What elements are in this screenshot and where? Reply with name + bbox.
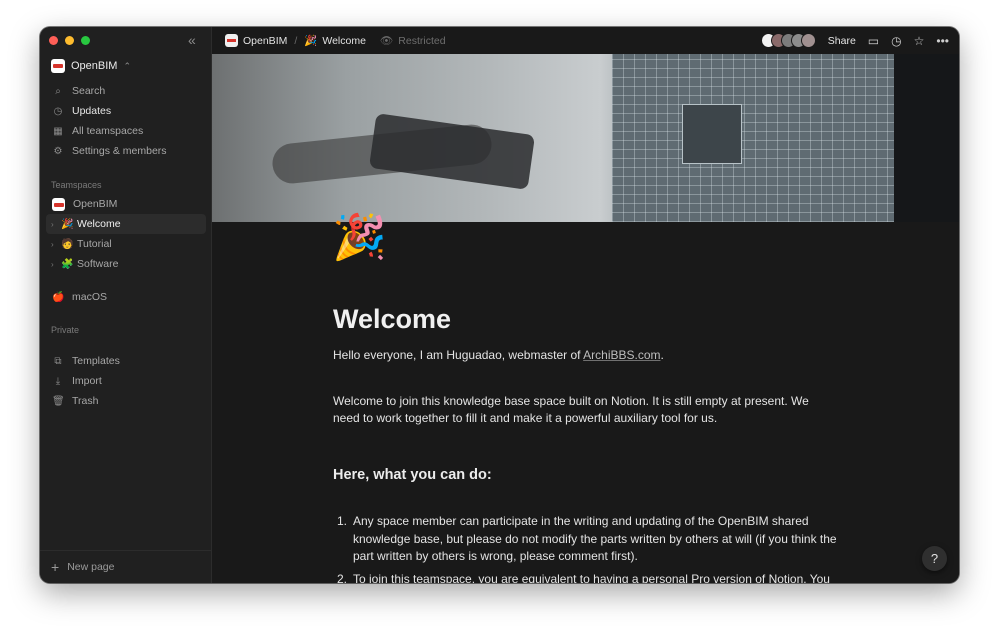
star-icon[interactable]: ☆ bbox=[914, 34, 925, 48]
search-icon: ⌕ bbox=[55, 85, 61, 97]
minimize-window-button[interactable] bbox=[65, 36, 74, 45]
sidebar-nav: ⌕ Search ◷ Updates ▦ All teamspaces ⚙ Se… bbox=[46, 81, 206, 161]
numbered-list: 1. Any space member can participate in t… bbox=[333, 513, 843, 583]
chevron-right-icon[interactable]: › bbox=[51, 260, 61, 269]
clock-icon: ◷ bbox=[53, 105, 63, 117]
teamspace-tree: OpenBIM › 🎉 Welcome › 🧑 Tutorial › 🧩 Sof… bbox=[46, 194, 206, 274]
sidebar-item-settings[interactable]: ⚙ Settings & members bbox=[46, 141, 206, 161]
window-controls bbox=[49, 36, 90, 45]
restricted-badge[interactable]: 👁 Restricted bbox=[379, 34, 446, 48]
new-page-label: New page bbox=[67, 561, 115, 573]
trash-icon: 🗑 bbox=[52, 395, 65, 407]
collaborator-avatars[interactable] bbox=[760, 33, 816, 48]
topbar-actions: Share ▭ ◷ ☆ ••• bbox=[760, 27, 949, 54]
teamspace-openbim[interactable]: OpenBIM bbox=[46, 194, 206, 214]
collapse-sidebar-icon[interactable]: « bbox=[188, 32, 196, 48]
teamspace-logo-icon bbox=[52, 197, 65, 211]
comment-icon[interactable]: ▭ bbox=[868, 34, 879, 48]
sidebar-item-label: Import bbox=[72, 375, 102, 387]
breadcrumb: OpenBIM / 🎉 Welcome bbox=[212, 34, 366, 47]
person-icon: 🧑 bbox=[61, 238, 74, 250]
list-item[interactable]: 2. To join this teamspace, you are equiv… bbox=[333, 571, 843, 584]
sidebar-item-label: All teamspaces bbox=[72, 125, 144, 137]
sidebar-tools: ⧉ Templates ⤓ Import 🗑 Trash bbox=[46, 351, 206, 411]
breadcrumb-separator: / bbox=[294, 34, 298, 47]
page-icon-party-popper-icon[interactable]: 🎉 bbox=[332, 216, 387, 260]
share-button[interactable]: Share bbox=[828, 35, 856, 47]
cover-monitor-screen bbox=[612, 54, 894, 222]
zoom-window-button[interactable] bbox=[81, 36, 90, 45]
sidebar-item-updates[interactable]: ◷ Updates bbox=[46, 101, 206, 121]
sidebar-item-label: macOS bbox=[72, 291, 108, 303]
page-label: Software bbox=[77, 258, 119, 270]
workspace-logo-icon bbox=[51, 59, 65, 73]
page-content: 🎉 Welcome Hello everyone, I am Huguadao,… bbox=[212, 54, 959, 583]
import-icon: ⤓ bbox=[55, 375, 61, 387]
section-heading[interactable]: Here, what you can do: bbox=[333, 467, 492, 483]
intro-suffix: . bbox=[660, 348, 664, 362]
page-cover-image[interactable] bbox=[212, 54, 959, 222]
gear-icon: ⚙ bbox=[53, 145, 63, 157]
chevron-updown-icon: ⌃ bbox=[123, 60, 132, 71]
eye-icon: 👁 bbox=[379, 35, 394, 47]
page-label: Welcome bbox=[77, 218, 121, 230]
workspace-name: OpenBIM bbox=[71, 60, 118, 72]
avatar bbox=[800, 33, 816, 48]
page-title[interactable]: Welcome bbox=[333, 304, 451, 335]
intro-paragraph[interactable]: Hello everyone, I am Huguadao, webmaster… bbox=[333, 347, 833, 364]
private-section-label: Private bbox=[51, 325, 80, 335]
cover-monitor-bezel bbox=[894, 54, 959, 222]
list-number: 1. bbox=[337, 514, 348, 528]
cover-keyboard-shape bbox=[368, 113, 536, 190]
sidebar-item-trash[interactable]: 🗑 Trash bbox=[46, 391, 206, 411]
party-popper-icon: 🎉 bbox=[304, 35, 318, 47]
plus-icon: + bbox=[51, 559, 60, 575]
more-icon[interactable]: ••• bbox=[936, 34, 949, 48]
sidebar-page-welcome[interactable]: › 🎉 Welcome bbox=[46, 214, 206, 234]
sidebar-item-templates[interactable]: ⧉ Templates bbox=[46, 351, 206, 371]
archibbs-link[interactable]: ArchiBBS.com bbox=[583, 348, 660, 362]
topbar: OpenBIM / 🎉 Welcome 👁 Restricted Share ▭… bbox=[212, 27, 959, 54]
chevron-right-icon[interactable]: › bbox=[51, 220, 61, 229]
apple-icon: 🍎 bbox=[52, 291, 65, 303]
workspace-logo-icon bbox=[225, 34, 238, 47]
sidebar-page-software[interactable]: › 🧩 Software bbox=[46, 254, 206, 274]
sidebar-item-label: Templates bbox=[72, 355, 120, 367]
list-item[interactable]: 1. Any space member can participate in t… bbox=[333, 513, 843, 566]
grid-icon: ▦ bbox=[53, 125, 63, 137]
teamspaces-section-label: Teamspaces bbox=[51, 180, 102, 190]
sidebar-page-tutorial[interactable]: › 🧑 Tutorial bbox=[46, 234, 206, 254]
breadcrumb-page[interactable]: Welcome bbox=[322, 35, 366, 47]
new-page-button[interactable]: + New page bbox=[40, 550, 212, 583]
teamspace-label: OpenBIM bbox=[73, 198, 118, 210]
sidebar-item-label: Search bbox=[72, 85, 106, 97]
intro-text: Hello everyone, I am Huguadao, webmaster… bbox=[333, 348, 584, 362]
sidebar: « OpenBIM ⌃ ⌕ Search ◷ Updates ▦ All tea… bbox=[40, 27, 212, 583]
templates-icon: ⧉ bbox=[54, 355, 62, 367]
breadcrumb-workspace[interactable]: OpenBIM bbox=[243, 35, 287, 47]
welcome-paragraph[interactable]: Welcome to join this knowledge base spac… bbox=[333, 393, 833, 427]
macos-section: 🍎 macOS bbox=[46, 287, 206, 307]
chevron-right-icon[interactable]: › bbox=[51, 240, 61, 249]
restricted-label: Restricted bbox=[398, 34, 446, 47]
close-window-button[interactable] bbox=[49, 36, 58, 45]
page-label: Tutorial bbox=[77, 238, 112, 250]
party-popper-icon: 🎉 bbox=[61, 218, 74, 230]
workspace-switcher[interactable]: OpenBIM ⌃ bbox=[51, 59, 131, 73]
sidebar-item-all-teamspaces[interactable]: ▦ All teamspaces bbox=[46, 121, 206, 141]
cover-screen-detail bbox=[682, 104, 742, 164]
history-icon[interactable]: ◷ bbox=[891, 34, 901, 48]
help-button[interactable]: ? bbox=[922, 546, 947, 571]
puzzle-icon: 🧩 bbox=[61, 258, 74, 270]
list-number: 2. bbox=[337, 571, 348, 584]
list-text: Any space member can participate in the … bbox=[353, 514, 837, 563]
sidebar-item-label: Trash bbox=[72, 395, 99, 407]
sidebar-item-import[interactable]: ⤓ Import bbox=[46, 371, 206, 391]
list-text: To join this teamspace, you are equivale… bbox=[353, 571, 830, 584]
sidebar-item-macos[interactable]: 🍎 macOS bbox=[46, 287, 206, 307]
sidebar-item-label: Settings & members bbox=[72, 145, 167, 157]
sidebar-item-label: Updates bbox=[72, 105, 112, 117]
sidebar-item-search[interactable]: ⌕ Search bbox=[46, 81, 206, 101]
app-window: « OpenBIM ⌃ ⌕ Search ◷ Updates ▦ All tea… bbox=[40, 27, 959, 583]
